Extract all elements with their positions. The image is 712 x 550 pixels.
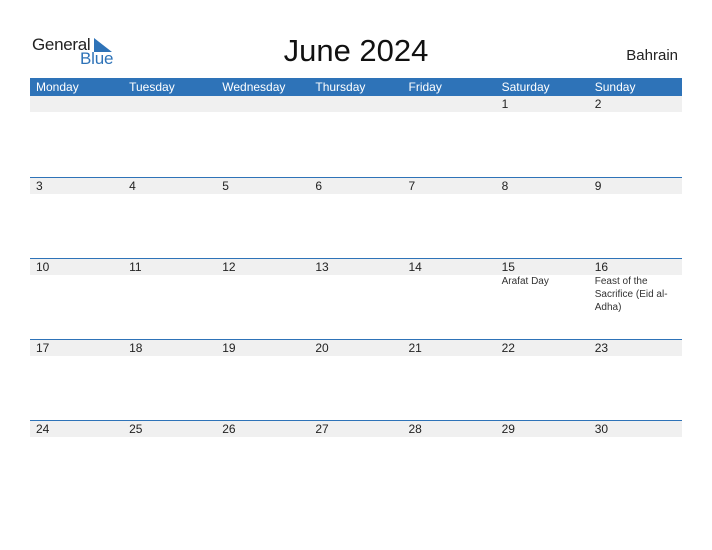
calendar-grid: Monday Tuesday Wednesday Thursday Friday… bbox=[30, 78, 682, 501]
week-cells: 24 25 26 27 28 29 30 bbox=[30, 421, 682, 437]
weekday-thursday: Thursday bbox=[315, 80, 366, 94]
day-cell: 27 bbox=[309, 421, 402, 437]
day-cell: 2 bbox=[589, 96, 682, 112]
weeks-container: 1 2 3 4 5 6 7 8 9 10 11 12 13 14 15 Arafat Day 16 Feast o… bbox=[30, 96, 682, 501]
day-number: 23 bbox=[594, 341, 609, 355]
day-number bbox=[222, 96, 309, 112]
day-cell: 18 bbox=[123, 340, 216, 356]
weekday-monday: Monday bbox=[36, 80, 79, 94]
weekday-wednesday: Wednesday bbox=[222, 80, 286, 94]
country-label: Bahrain bbox=[626, 47, 678, 64]
day-number: 20 bbox=[315, 341, 329, 355]
day-number: 28 bbox=[408, 422, 422, 436]
day-cell: 1 bbox=[496, 96, 589, 112]
day-cell bbox=[123, 96, 216, 112]
day-number: 25 bbox=[129, 422, 143, 436]
day-number: 11 bbox=[129, 260, 142, 274]
week-cells: 12 bbox=[30, 96, 682, 112]
day-cell: 14 bbox=[403, 259, 496, 314]
day-cell bbox=[309, 96, 402, 112]
weekday-sunday: Sunday bbox=[594, 80, 636, 94]
week-row: 17 18 19 20 21 22 23 bbox=[30, 339, 682, 420]
weekday-saturday: Saturday bbox=[501, 80, 550, 94]
day-cell: 12 bbox=[216, 259, 309, 314]
day-cell: 6 bbox=[309, 178, 402, 194]
day-cell: 23 bbox=[589, 340, 682, 356]
day-cell: 4 bbox=[123, 178, 216, 194]
day-number: 24 bbox=[36, 422, 50, 436]
day-cell: 30 bbox=[589, 421, 682, 437]
day-cell bbox=[403, 96, 496, 112]
day-cell: 7 bbox=[403, 178, 496, 194]
day-number bbox=[315, 96, 402, 112]
day-cell: 26 bbox=[216, 421, 309, 437]
day-number: 2 bbox=[594, 97, 602, 111]
day-cell bbox=[216, 96, 309, 112]
day-number: 5 bbox=[222, 179, 229, 193]
day-cell: 10 bbox=[30, 259, 123, 314]
day-number: 10 bbox=[36, 260, 50, 274]
day-cell: 11 bbox=[123, 259, 216, 314]
day-cell: 16 Feast of the Sacrifice (Eid al-Adha) bbox=[589, 259, 682, 314]
day-cell: 29 bbox=[496, 421, 589, 437]
day-cell: 13 bbox=[309, 259, 402, 314]
day-number: 19 bbox=[222, 341, 236, 355]
day-cell: 25 bbox=[123, 421, 216, 437]
day-number: 16 bbox=[594, 260, 609, 274]
day-cell bbox=[30, 96, 123, 112]
day-number: 14 bbox=[408, 260, 422, 274]
week-cells: 3 4 5 6 7 8 9 bbox=[30, 178, 682, 194]
day-number: 1 bbox=[501, 97, 509, 111]
day-cell: 17 bbox=[30, 340, 123, 356]
day-cell: 22 bbox=[496, 340, 589, 356]
day-number bbox=[129, 96, 216, 112]
day-number: 21 bbox=[408, 341, 422, 355]
day-cell: 28 bbox=[403, 421, 496, 437]
weekday-header: Monday Tuesday Wednesday Thursday Friday… bbox=[30, 78, 682, 96]
week-row: 12 bbox=[30, 96, 682, 177]
page-title: June 2024 bbox=[283, 33, 429, 68]
week-row: 10 11 12 13 14 15 Arafat Day 16 Feast of the Sac… bbox=[30, 258, 682, 339]
day-cell: 21 bbox=[403, 340, 496, 356]
day-cell: 9 bbox=[589, 178, 682, 194]
day-cell: 8 bbox=[496, 178, 589, 194]
day-cell: 3 bbox=[30, 178, 123, 194]
week-row: 24 25 26 27 28 29 30 bbox=[30, 420, 682, 501]
weekday-tuesday: Tuesday bbox=[129, 80, 175, 94]
day-number: 12 bbox=[222, 260, 236, 274]
day-number: 15 bbox=[501, 260, 515, 274]
week-cells: 10 11 12 13 14 15 Arafat Day 16 Feast of the Sac… bbox=[30, 259, 682, 314]
day-number: 27 bbox=[315, 422, 329, 436]
day-cell: 15 Arafat Day bbox=[496, 259, 589, 314]
day-number bbox=[409, 96, 496, 112]
day-number: 4 bbox=[129, 179, 136, 193]
day-number bbox=[36, 96, 123, 112]
day-number: 3 bbox=[36, 179, 43, 193]
day-number: 29 bbox=[501, 422, 515, 436]
day-number: 6 bbox=[315, 179, 323, 193]
day-number: 22 bbox=[501, 341, 515, 355]
day-number: 26 bbox=[222, 422, 236, 436]
holiday-event: Feast of the Sacrifice (Eid al-Adha) bbox=[594, 276, 668, 313]
day-number: 17 bbox=[36, 341, 50, 355]
day-cell: 5 bbox=[216, 178, 309, 194]
day-cell: 24 bbox=[30, 421, 123, 437]
day-number: 8 bbox=[501, 179, 509, 193]
day-cell: 19 bbox=[216, 340, 309, 356]
weekday-friday: Friday bbox=[408, 80, 442, 94]
week-row: 3 4 5 6 7 8 9 bbox=[30, 177, 682, 258]
day-number: 30 bbox=[594, 422, 609, 436]
day-cell: 20 bbox=[309, 340, 402, 356]
week-cells: 17 18 19 20 21 22 23 bbox=[30, 340, 682, 356]
holiday-event: Arafat Day bbox=[501, 276, 549, 287]
day-number: 9 bbox=[594, 179, 602, 193]
day-number: 7 bbox=[408, 179, 416, 193]
day-number: 18 bbox=[129, 341, 143, 355]
day-number: 13 bbox=[315, 260, 329, 274]
